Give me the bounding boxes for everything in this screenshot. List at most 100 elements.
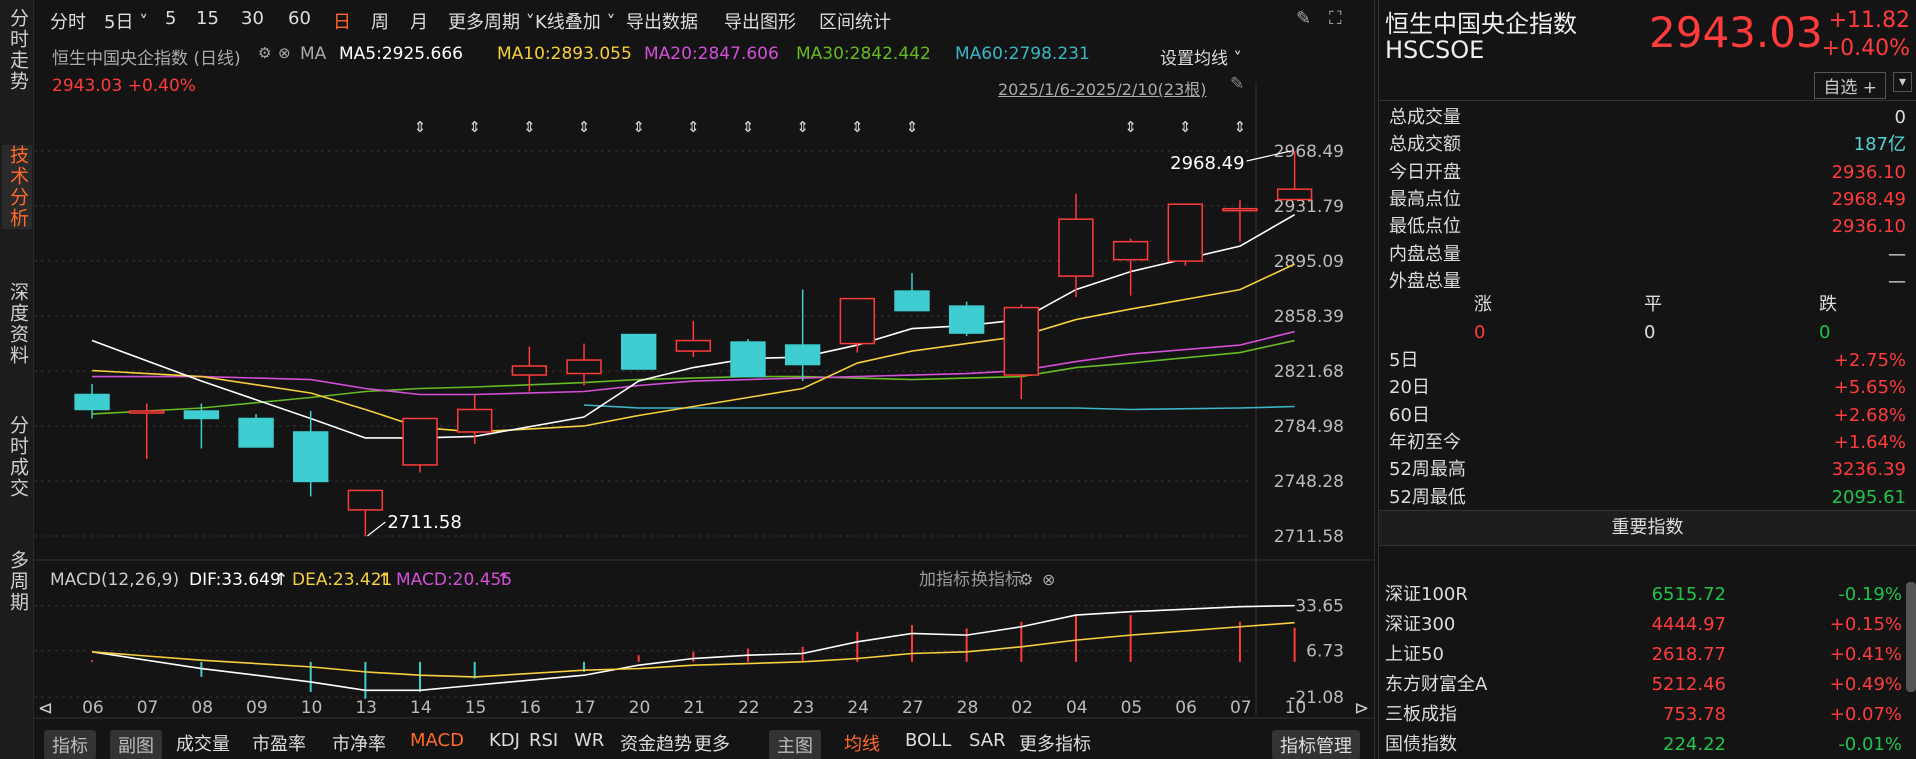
bottom-item-3[interactable]: 市盈率 bbox=[252, 730, 306, 756]
event-marker-icon[interactable]: ⇕ bbox=[523, 118, 536, 136]
important-list: 深证100R 6515.72 -0.19% 深证300 4444.97 +0.15% 上证5… bbox=[1385, 580, 1916, 759]
bottom-item-10[interactable]: 更多 bbox=[694, 730, 730, 756]
bottom-item-16[interactable]: 指标管理 bbox=[1272, 730, 1360, 759]
bottom-item-0[interactable]: 指标 bbox=[44, 730, 96, 759]
gear-icon[interactable]: ⚙ bbox=[1019, 570, 1033, 589]
bottom-item-11[interactable]: 主图 bbox=[769, 730, 821, 759]
candle[interactable] bbox=[675, 321, 712, 358]
bottom-item-14[interactable]: SAR bbox=[969, 730, 1006, 751]
breadth-labels: 涨 平 跌 bbox=[1389, 292, 1906, 318]
candle[interactable] bbox=[238, 413, 274, 448]
event-marker-icon[interactable]: ⇕ bbox=[1179, 118, 1192, 136]
event-marker-icon[interactable]: ⇕ bbox=[414, 118, 427, 136]
important-row[interactable]: 深证100R 6515.72 -0.19% bbox=[1385, 580, 1916, 610]
event-marker-icon[interactable]: ⇕ bbox=[578, 118, 591, 136]
toolbar-item-10[interactable]: K线叠加 ˅ bbox=[535, 8, 616, 34]
candle[interactable] bbox=[402, 417, 438, 473]
candle[interactable] bbox=[1112, 238, 1149, 296]
toolbar-item-6[interactable]: 日 bbox=[333, 8, 351, 34]
index-code: HSCSOE bbox=[1385, 36, 1485, 64]
candle[interactable] bbox=[1058, 193, 1094, 298]
event-marker-icon[interactable]: ⇕ bbox=[796, 118, 809, 136]
toolbar-item-3[interactable]: 15 bbox=[196, 8, 219, 29]
bottom-item-6[interactable]: KDJ bbox=[489, 730, 520, 751]
event-marker-icon[interactable]: ⇕ bbox=[1124, 118, 1137, 136]
scrollbar[interactable] bbox=[1906, 582, 1916, 692]
event-marker-icon[interactable]: ⇕ bbox=[632, 118, 645, 136]
candle[interactable] bbox=[730, 339, 766, 378]
nav-1[interactable]: 技术分析 bbox=[2, 145, 32, 229]
candle[interactable] bbox=[293, 410, 329, 497]
add-indicator-button[interactable]: 加指标 bbox=[919, 570, 970, 590]
candle[interactable] bbox=[894, 273, 930, 312]
toolbar-item-4[interactable]: 30 bbox=[241, 8, 264, 29]
swap-indicator-button[interactable]: 换指标 bbox=[971, 570, 1022, 590]
ma-settings-button[interactable]: 设置均线 ˅ bbox=[1160, 44, 1242, 69]
event-marker-icon[interactable]: ⇕ bbox=[687, 118, 700, 136]
candle[interactable] bbox=[784, 289, 821, 382]
toolbar-item-2[interactable]: 5 bbox=[165, 8, 176, 29]
kline-chart[interactable]: 2968.492931.792895.092858.392821.682784.… bbox=[34, 0, 1374, 759]
candle[interactable] bbox=[129, 403, 165, 459]
y-tick-label: 2711.58 bbox=[1274, 527, 1344, 547]
gear-icon[interactable]: ⚙ bbox=[258, 44, 271, 62]
important-change: +0.07% bbox=[1829, 704, 1902, 725]
candle[interactable] bbox=[1003, 304, 1039, 399]
favorite-dropdown-button[interactable]: ▾ bbox=[1892, 72, 1912, 92]
nav-2[interactable]: 深度资料 bbox=[2, 282, 32, 366]
brush-icon[interactable]: ✎ bbox=[1296, 8, 1311, 29]
bottom-item-2[interactable]: 成交量 bbox=[176, 730, 230, 756]
toolbar-item-1[interactable]: 5日 ˅ bbox=[104, 8, 148, 34]
event-marker-icon[interactable]: ⇕ bbox=[906, 118, 919, 136]
bottom-item-15[interactable]: 更多指标 bbox=[1019, 730, 1091, 756]
candle[interactable] bbox=[566, 343, 602, 386]
important-row[interactable]: 三板成指 753.78 +0.07% bbox=[1385, 700, 1916, 730]
nav-3[interactable]: 分时成交 bbox=[2, 415, 32, 499]
index-name-label: 恒生中国央企指数 (日线) bbox=[52, 49, 241, 69]
add-favorite-button[interactable]: 自选 + bbox=[1814, 72, 1886, 99]
bottom-item-4[interactable]: 市净率 bbox=[332, 730, 386, 756]
bottom-item-9[interactable]: 资金趋势 bbox=[620, 730, 692, 756]
important-row[interactable]: 上证50 2618.77 +0.41% bbox=[1385, 640, 1916, 670]
important-row[interactable]: 国债指数 224.22 -0.01% bbox=[1385, 730, 1916, 759]
toolbar-item-5[interactable]: 60 bbox=[288, 8, 311, 29]
nav-4[interactable]: 多周期 bbox=[2, 550, 32, 613]
pin-icon[interactable]: ✎ bbox=[1230, 74, 1244, 94]
x-tick-label: 10 bbox=[301, 698, 323, 718]
candle[interactable] bbox=[1222, 199, 1258, 242]
bottom-item-12[interactable]: 均线 bbox=[844, 730, 880, 756]
toolbar-item-7[interactable]: 周 bbox=[371, 8, 389, 34]
toolbar-item-0[interactable]: 分时 bbox=[50, 8, 86, 34]
important-change: -0.19% bbox=[1838, 584, 1902, 605]
perf-row: 年初至今 +1.64% bbox=[1389, 430, 1906, 456]
date-range-label[interactable]: 2025/1/6-2025/2/10(23根) bbox=[998, 76, 1207, 100]
candle[interactable] bbox=[839, 297, 876, 353]
candle[interactable] bbox=[620, 333, 657, 370]
scroll-left-icon[interactable]: ⊲ bbox=[38, 698, 53, 719]
candle[interactable] bbox=[948, 301, 985, 337]
candle[interactable] bbox=[347, 489, 384, 536]
bottom-item-7[interactable]: RSI bbox=[529, 730, 558, 751]
event-marker-icon[interactable]: ⇕ bbox=[1234, 118, 1247, 136]
event-marker-icon[interactable]: ⇕ bbox=[851, 118, 864, 136]
bottom-item-13[interactable]: BOLL bbox=[905, 730, 951, 751]
scroll-right-icon[interactable]: ⊳ bbox=[1354, 698, 1369, 719]
important-row[interactable]: 东方财富全A 5212.46 +0.49% bbox=[1385, 670, 1916, 700]
important-row[interactable]: 深证300 4444.97 +0.15% bbox=[1385, 610, 1916, 640]
bottom-item-5[interactable]: MACD bbox=[410, 730, 464, 751]
nav-0[interactable]: 分时走势 bbox=[2, 8, 32, 92]
toolbar-item-11[interactable]: 导出数据 bbox=[626, 8, 698, 34]
price-change-pct: +0.40% bbox=[1821, 36, 1910, 61]
fullscreen-icon[interactable]: ⛶ bbox=[1329, 8, 1342, 29]
event-marker-icon[interactable]: ⇕ bbox=[468, 118, 481, 136]
event-marker-icon[interactable]: ⇕ bbox=[742, 118, 755, 136]
bottom-item-8[interactable]: WR bbox=[574, 730, 604, 751]
toolbar-item-13[interactable]: 区间统计 bbox=[819, 8, 891, 34]
toolbar-item-8[interactable]: 月 bbox=[410, 8, 428, 34]
candle[interactable] bbox=[1167, 203, 1203, 266]
bottom-item-1[interactable]: 副图 bbox=[110, 730, 162, 759]
close-icon[interactable]: ⊗ bbox=[278, 44, 291, 62]
toolbar-item-9[interactable]: 更多周期 ˅ bbox=[448, 8, 535, 34]
toolbar-item-12[interactable]: 导出图形 bbox=[724, 8, 796, 34]
close-icon[interactable]: ⊗ bbox=[1042, 570, 1055, 589]
